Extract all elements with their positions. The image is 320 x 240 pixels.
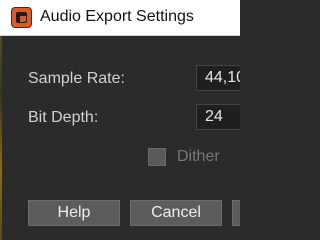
export-settings-window: Audio Export Settings Sample Rate: 44,10… — [0, 0, 240, 240]
cancel-button[interactable]: Cancel — [130, 200, 222, 226]
sample-rate-label: Sample Rate: — [28, 70, 125, 87]
sample-rate-field[interactable]: 44,10 — [196, 65, 240, 91]
title-bar[interactable]: Audio Export Settings — [0, 0, 240, 36]
dither-checkbox[interactable] — [148, 148, 166, 166]
help-button[interactable]: Help — [28, 200, 120, 226]
dither-label: Dither — [177, 148, 220, 165]
app-logo-icon — [11, 7, 32, 28]
bit-depth-field[interactable]: 24 — [196, 104, 240, 130]
bit-depth-label: Bit Depth: — [28, 109, 99, 126]
background-strip — [0, 0, 2, 240]
next-button-partial[interactable] — [232, 200, 240, 226]
window-title: Audio Export Settings — [40, 8, 194, 25]
